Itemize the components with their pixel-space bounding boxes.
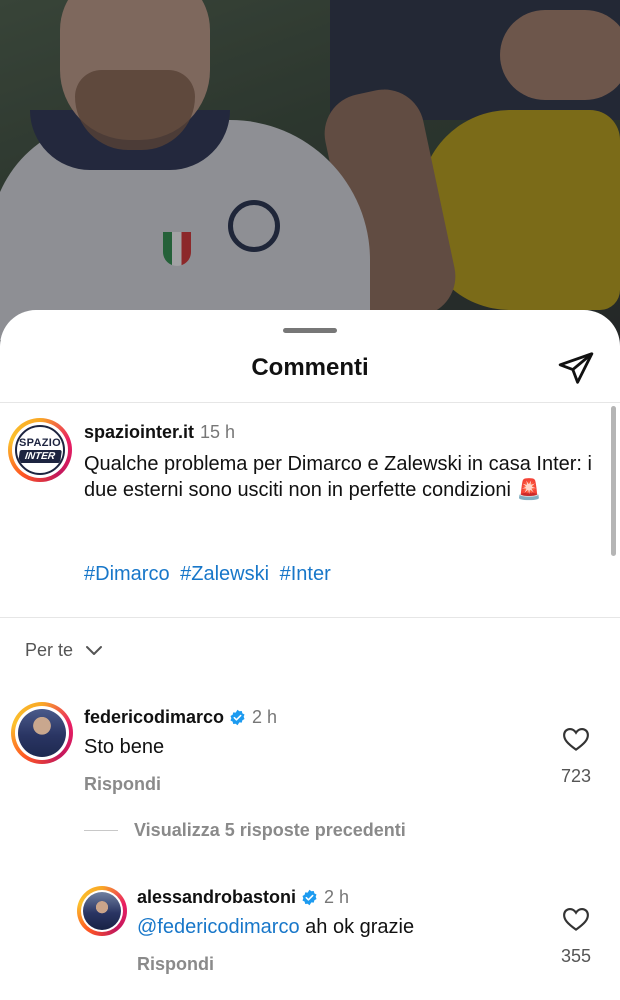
- share-button[interactable]: [556, 348, 596, 388]
- reply-author[interactable]: alessandrobastoni 2 h: [137, 887, 349, 908]
- hashtag[interactable]: #Inter: [280, 563, 331, 585]
- mention-link[interactable]: @federicodimarco: [137, 916, 300, 938]
- heart-icon: [563, 727, 589, 751]
- view-previous-replies[interactable]: Visualizza 5 risposte precedenti: [84, 820, 406, 841]
- verified-badge-icon: [302, 889, 317, 906]
- caption-time: 15 h: [200, 422, 236, 442]
- caption-avatar[interactable]: SPAZIO INTER: [8, 418, 72, 482]
- like-count: 355: [560, 946, 592, 966]
- caption-divider: [0, 617, 620, 618]
- avatar-photo: [83, 892, 121, 930]
- caption-author[interactable]: spaziointer.it 15 h: [84, 422, 235, 443]
- avatar-photo: [18, 709, 66, 757]
- thread-line: [84, 830, 118, 831]
- reply-button[interactable]: Rispondi: [84, 774, 161, 795]
- caption-text: Qualche problema per Dimarco e Zalewski …: [84, 453, 592, 501]
- reply-button[interactable]: Rispondi: [137, 954, 214, 975]
- reply-body: ah ok grazie: [299, 916, 415, 938]
- verified-badge-icon: [230, 709, 245, 726]
- comment-avatar[interactable]: [11, 702, 73, 764]
- like-button[interactable]: [561, 724, 591, 754]
- hashtag[interactable]: #Zalewski: [180, 563, 269, 585]
- reply-username[interactable]: alessandrobastoni: [137, 887, 296, 907]
- sort-dropdown[interactable]: Per te: [25, 640, 103, 661]
- reply-avatar[interactable]: [77, 886, 127, 936]
- reply-text: @federicodimarco ah ok grazie: [137, 916, 414, 939]
- comment-text: Sto bene: [84, 736, 165, 758]
- comment-username[interactable]: federicodimarco: [84, 707, 224, 727]
- caption-username[interactable]: spaziointer.it: [84, 422, 194, 442]
- like-button[interactable]: [561, 904, 591, 934]
- comment-time: 2 h: [252, 707, 278, 727]
- like-count: 723: [560, 766, 592, 786]
- scrollbar[interactable]: [611, 406, 616, 556]
- sheet-title: Commenti: [251, 354, 369, 381]
- reply-time: 2 h: [324, 887, 350, 907]
- sort-label: Per te: [25, 640, 74, 660]
- sheet-grabber[interactable]: [283, 328, 337, 333]
- chevron-down-icon: [86, 645, 103, 655]
- heart-icon: [563, 907, 589, 931]
- caption-hashtags: #Dimarco #Zalewski #Inter: [84, 563, 336, 586]
- header-divider: [0, 402, 620, 403]
- send-icon: [558, 352, 594, 384]
- spaziointer-logo: SPAZIO INTER: [15, 425, 65, 475]
- comments-sheet: Commenti SPAZIO INTER spaziointer.it 15 h…: [0, 310, 620, 1000]
- view-replies-label: Visualizza 5 risposte precedenti: [134, 820, 406, 840]
- comment-author[interactable]: federicodimarco 2 h: [84, 707, 277, 728]
- hashtag[interactable]: #Dimarco: [84, 563, 170, 585]
- post-photo: [0, 0, 620, 340]
